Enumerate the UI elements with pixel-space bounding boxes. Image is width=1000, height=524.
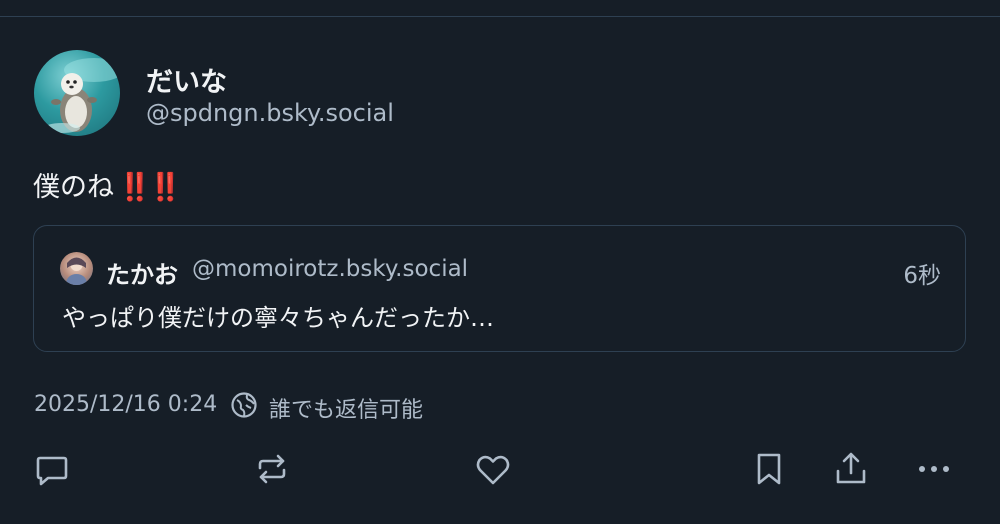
bookmark-button[interactable] bbox=[749, 449, 789, 489]
person-avatar-icon bbox=[66, 257, 87, 285]
repost-button[interactable] bbox=[252, 449, 292, 489]
post-text: 僕のね ‼️‼️ bbox=[33, 165, 182, 204]
sea-otter-avatar-icon bbox=[44, 58, 120, 133]
quoted-post-card[interactable]: たかお @momoirotz.bsky.social 6秒 やっぱり僕だけの寧々… bbox=[33, 225, 966, 352]
post-timestamp: 2025/12/16 0:24 bbox=[34, 392, 218, 417]
quote-author-handle[interactable]: @momoirotz.bsky.social bbox=[192, 256, 468, 282]
quote-text: やっぱり僕だけの寧々ちゃんだったか… bbox=[62, 304, 494, 332]
heart-icon bbox=[476, 455, 510, 485]
quote-time: 6秒 bbox=[903, 263, 941, 289]
share-button[interactable] bbox=[831, 449, 871, 489]
reply-icon bbox=[36, 456, 68, 486]
share-icon bbox=[836, 452, 866, 484]
author-display-name[interactable]: だいな bbox=[146, 60, 227, 99]
more-button[interactable] bbox=[914, 449, 954, 489]
quote-author-name[interactable]: たかお bbox=[106, 255, 178, 290]
globe-reply-icon bbox=[229, 390, 259, 420]
reply-setting-label[interactable]: 誰でも返信可能 bbox=[269, 392, 423, 424]
author-handle[interactable]: @spdngn.bsky.social bbox=[146, 99, 394, 127]
top-divider bbox=[0, 16, 1000, 17]
double-exclamation-emoji: ‼️‼️ bbox=[118, 172, 182, 203]
like-button[interactable] bbox=[473, 449, 513, 489]
repost-icon bbox=[258, 454, 286, 484]
more-icon bbox=[919, 466, 949, 472]
reply-button[interactable] bbox=[32, 449, 72, 489]
post-body: 僕のね bbox=[33, 172, 114, 203]
quote-author-avatar[interactable] bbox=[60, 252, 93, 285]
bookmark-icon bbox=[757, 453, 781, 485]
author-avatar[interactable] bbox=[34, 50, 120, 136]
